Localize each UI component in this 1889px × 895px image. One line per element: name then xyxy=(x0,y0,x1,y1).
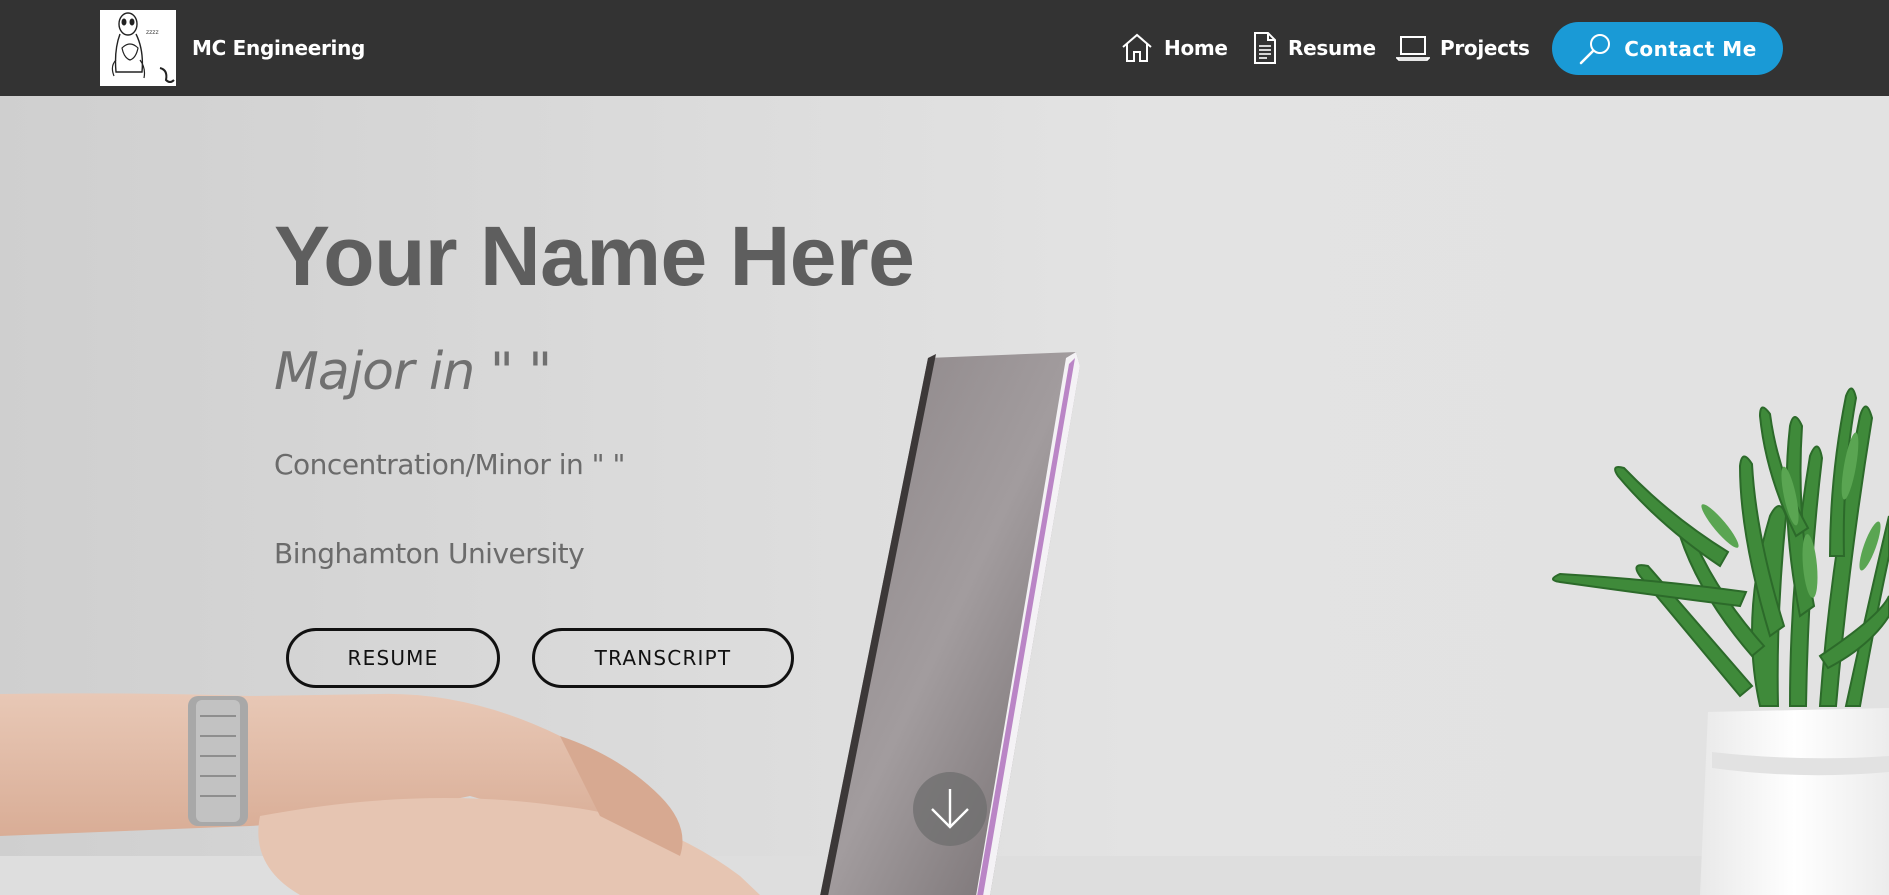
top-navbar: zzzz MC Engineering Home Resume Projects xyxy=(0,0,1889,96)
transcript-button[interactable]: TRANSCRIPT xyxy=(532,628,794,688)
hero-school-text: Binghamton University xyxy=(274,537,585,570)
brand-name[interactable]: MC Engineering xyxy=(192,36,365,60)
magnifier-icon xyxy=(1579,33,1611,64)
contact-me-label: Contact Me xyxy=(1624,36,1757,61)
hero-section: Your Name Here Major in " " Concentratio… xyxy=(0,96,1889,895)
scroll-down-button[interactable] xyxy=(913,772,987,846)
nav-home[interactable]: Home xyxy=(1120,30,1228,66)
nav-projects-label: Projects xyxy=(1440,36,1530,60)
nav-projects[interactable]: Projects xyxy=(1396,30,1530,66)
nav-resume-label: Resume xyxy=(1288,36,1376,60)
hero-major-subtitle: Major in " " xyxy=(274,342,552,402)
home-icon xyxy=(1122,33,1152,62)
alien-cat-logo-icon: zzzz xyxy=(100,10,176,86)
contact-me-button[interactable]: Contact Me xyxy=(1552,22,1783,75)
brand-logo[interactable]: zzzz xyxy=(100,10,176,86)
hero-name-heading: Your Name Here xyxy=(274,209,915,303)
hero-minor-text: Concentration/Minor in " " xyxy=(274,448,625,481)
arrow-down-icon xyxy=(931,789,969,829)
laptop-icon xyxy=(1396,36,1430,61)
svg-text:zzzz: zzzz xyxy=(146,29,159,36)
resume-button[interactable]: RESUME xyxy=(286,628,500,688)
nav-resume[interactable]: Resume xyxy=(1252,30,1376,66)
nav-home-label: Home xyxy=(1164,36,1228,60)
document-icon xyxy=(1254,32,1276,64)
